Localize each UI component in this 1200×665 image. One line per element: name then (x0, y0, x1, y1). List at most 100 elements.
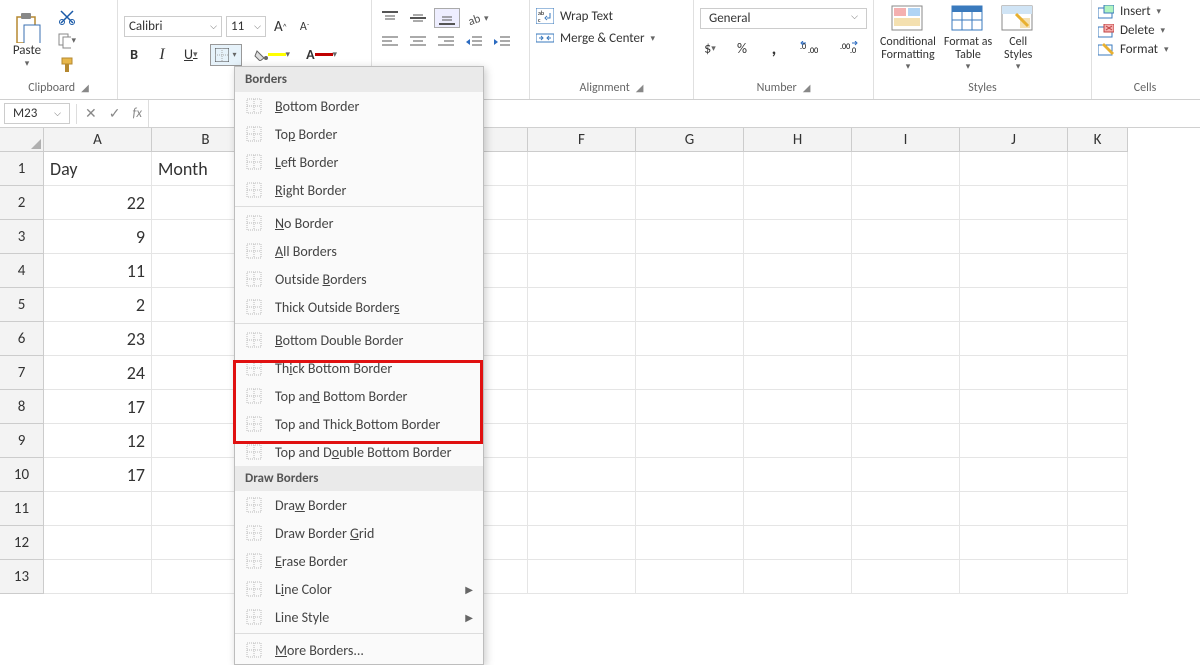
cell[interactable] (1068, 390, 1128, 424)
cell[interactable] (744, 254, 852, 288)
border-menu-item[interactable]: Line Color▶ (235, 575, 483, 603)
cell[interactable] (636, 254, 744, 288)
cell[interactable] (852, 390, 960, 424)
italic-button[interactable]: I (152, 44, 172, 66)
border-menu-item[interactable]: Draw Border Grid (235, 519, 483, 547)
align-middle-button[interactable] (406, 8, 430, 28)
row-header[interactable]: 2 (0, 186, 44, 220)
wrap-text-button[interactable]: abcWrap Text (536, 8, 687, 24)
cell[interactable] (852, 322, 960, 356)
dialog-launcher-icon[interactable]: ◢ (803, 81, 811, 94)
cell[interactable] (1068, 254, 1128, 288)
paste-button[interactable]: Paste ▾ (6, 13, 48, 69)
decrease-indent-button[interactable] (462, 34, 486, 50)
cell[interactable] (528, 390, 636, 424)
border-menu-item[interactable]: Left Border (235, 148, 483, 176)
fill-color-button[interactable]: ▾ (250, 47, 295, 63)
border-menu-item[interactable]: No Border (235, 209, 483, 237)
orientation-button[interactable]: ab▾ (464, 8, 493, 28)
align-right-button[interactable] (434, 34, 458, 50)
cell[interactable] (852, 220, 960, 254)
accounting-format-button[interactable]: $ ▾ (700, 38, 720, 59)
cell[interactable] (1068, 492, 1128, 526)
cell[interactable] (636, 526, 744, 560)
format-as-table-button[interactable]: Format as Table▾ (944, 4, 992, 72)
row-header[interactable]: 9 (0, 424, 44, 458)
enter-formula-button[interactable]: ✓ (103, 105, 127, 122)
row-header[interactable]: 3 (0, 220, 44, 254)
column-header[interactable]: H (744, 128, 852, 152)
cell[interactable]: 9 (44, 220, 152, 254)
cell[interactable] (636, 288, 744, 322)
number-format-combo[interactable]: General⌵ (700, 8, 867, 29)
cell[interactable] (44, 492, 152, 526)
cell[interactable] (1068, 288, 1128, 322)
percent-button[interactable]: % (732, 38, 752, 59)
borders-button[interactable]: ▾ (210, 44, 242, 66)
font-size-combo[interactable]: 11⌵ (226, 16, 266, 37)
name-box[interactable]: M23⌵ (4, 103, 70, 124)
cell[interactable] (852, 458, 960, 492)
column-header[interactable]: A (44, 128, 152, 152)
row-header[interactable]: 11 (0, 492, 44, 526)
cell[interactable] (744, 560, 852, 594)
row-header[interactable]: 5 (0, 288, 44, 322)
cell[interactable] (1068, 356, 1128, 390)
row-header[interactable]: 6 (0, 322, 44, 356)
row-header[interactable]: 12 (0, 526, 44, 560)
increase-indent-button[interactable] (490, 34, 514, 50)
decrease-decimal-button[interactable]: .00.0 (836, 39, 864, 57)
cell[interactable] (744, 492, 852, 526)
row-header[interactable]: 1 (0, 152, 44, 186)
cell[interactable] (960, 152, 1068, 186)
row-header[interactable]: 10 (0, 458, 44, 492)
cell[interactable] (1068, 220, 1128, 254)
border-menu-item[interactable]: Top Border (235, 120, 483, 148)
border-menu-item[interactable]: Thick Outside Borders (235, 293, 483, 321)
cell[interactable] (960, 288, 1068, 322)
cell[interactable] (636, 322, 744, 356)
cell[interactable] (960, 492, 1068, 526)
border-menu-item[interactable]: Right Border (235, 176, 483, 204)
cell-styles-button[interactable]: Cell Styles▾ (1000, 4, 1036, 72)
cell[interactable] (960, 254, 1068, 288)
cell[interactable] (744, 390, 852, 424)
cell[interactable]: 17 (44, 458, 152, 492)
column-header[interactable]: K (1068, 128, 1128, 152)
cell[interactable] (852, 526, 960, 560)
underline-button[interactable]: U▾ (180, 44, 202, 65)
cell[interactable]: 11 (44, 254, 152, 288)
cell[interactable] (960, 322, 1068, 356)
cell[interactable] (1068, 186, 1128, 220)
delete-button[interactable]: Delete▾ (1098, 23, 1192, 38)
cell[interactable] (960, 458, 1068, 492)
cell[interactable] (744, 356, 852, 390)
cell[interactable] (528, 152, 636, 186)
font-color-button[interactable]: A▾ (302, 44, 341, 65)
cell[interactable] (1068, 458, 1128, 492)
align-bottom-button[interactable] (434, 8, 460, 28)
cancel-formula-button[interactable]: ✕ (79, 105, 103, 122)
cut-button[interactable] (58, 8, 76, 26)
merge-center-button[interactable]: Merge & Center▾ (536, 30, 687, 46)
cell[interactable] (1068, 526, 1128, 560)
border-menu-item[interactable]: All Borders (235, 237, 483, 265)
cell[interactable] (744, 526, 852, 560)
border-menu-item[interactable]: More Borders... (235, 636, 483, 664)
insert-button[interactable]: Insert▾ (1098, 4, 1192, 19)
cell[interactable] (1068, 560, 1128, 594)
increase-font-button[interactable]: A^ (270, 16, 291, 38)
cell[interactable] (528, 492, 636, 526)
border-menu-item[interactable]: Draw Border (235, 491, 483, 519)
cell[interactable] (960, 424, 1068, 458)
cell[interactable] (852, 492, 960, 526)
column-header[interactable]: I (852, 128, 960, 152)
increase-decimal-button[interactable]: .0.00 (796, 39, 824, 57)
align-center-button[interactable] (406, 34, 430, 50)
cell[interactable] (744, 288, 852, 322)
cell[interactable] (44, 526, 152, 560)
cell[interactable] (1068, 322, 1128, 356)
column-header[interactable]: F (528, 128, 636, 152)
cell[interactable] (1068, 424, 1128, 458)
border-menu-item[interactable]: Top and Bottom Border (235, 382, 483, 410)
